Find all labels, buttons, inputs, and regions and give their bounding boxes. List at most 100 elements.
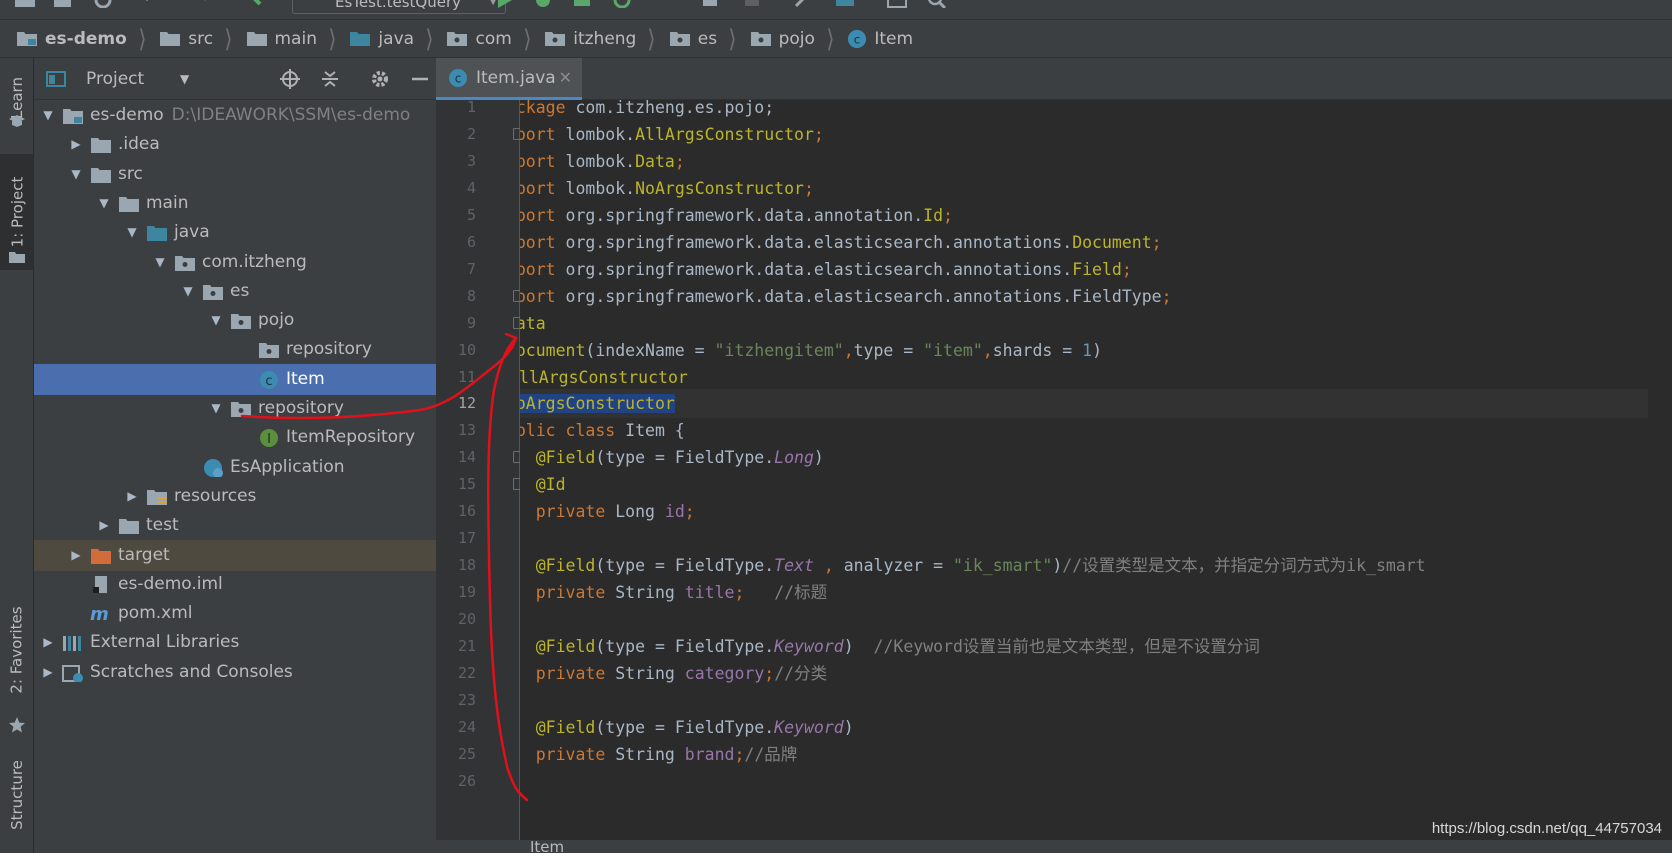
open-folder-icon[interactable] (14, 0, 36, 8)
expand-arrow-icon[interactable]: ▼ (180, 276, 196, 307)
tree-item[interactable]: ▼ java (34, 217, 436, 248)
code-line: @Document(indexName = "itzhengitem",type… (520, 336, 1648, 365)
breadcrumb-label: pojo (778, 28, 815, 49)
hide-panel-icon[interactable] (410, 69, 430, 89)
code-token: llArgsConstructor (520, 367, 688, 387)
collapse-arrow-icon[interactable]: ▶ (124, 481, 140, 512)
wrench-icon[interactable] (792, 0, 814, 8)
tree-item[interactable]: es-demo.iml (34, 569, 436, 600)
editor-tab-bar: c Item.java ✕ (436, 58, 1672, 100)
code-token: package (520, 100, 566, 117)
gear-icon[interactable] (370, 69, 390, 89)
interface-icon: I (260, 429, 278, 448)
collapse-arrow-icon[interactable]: ▶ (40, 657, 56, 688)
project-structure-icon[interactable] (834, 0, 856, 8)
tree-item[interactable]: ▼ es-demo D:\IDEAWORK\SSM\es-demo (34, 100, 436, 131)
tree-item[interactable]: ▶ .idea (34, 129, 436, 160)
folder-icon (9, 252, 25, 263)
breadcrumb-label: com (475, 28, 512, 49)
breadcrumb-item[interactable]: java (349, 20, 414, 58)
tree-item[interactable]: ▶ test (34, 510, 436, 541)
code-token: title (684, 583, 735, 603)
stop-icon[interactable] (700, 0, 722, 8)
structure-tool-tab[interactable]: Structure (0, 740, 34, 850)
debug-icon[interactable] (532, 0, 554, 8)
tree-item[interactable]: ▼ main (34, 188, 436, 219)
breadcrumb-item[interactable]: es-demo (16, 20, 127, 58)
line-number: 23 (457, 690, 476, 709)
breadcrumb-item[interactable]: com (446, 20, 512, 58)
tree-item[interactable]: I ItemRepository (34, 422, 436, 453)
expand-arrow-icon[interactable]: ▼ (40, 100, 56, 131)
code-line: import lombok.NoArgsConstructor; (520, 174, 1648, 203)
collapse-arrow-icon[interactable]: ▶ (68, 129, 84, 160)
collapse-arrow-icon[interactable]: ▶ (68, 540, 84, 571)
svg-text:c: c (854, 32, 861, 46)
favorites-tool-tab[interactable]: 2: Favorites (0, 588, 34, 712)
code-token: //品牌 (744, 744, 798, 764)
run-with-coverage-icon[interactable] (572, 0, 594, 8)
tree-item[interactable]: c Item (34, 363, 436, 395)
structure-tool-icon[interactable] (742, 0, 764, 8)
expand-arrow-icon[interactable]: ▼ (96, 188, 112, 219)
breadcrumb-separator: ❭ (727, 26, 738, 51)
build-icon[interactable] (244, 0, 266, 8)
breadcrumb-separator: ❭ (825, 26, 836, 51)
save-icon[interactable] (52, 0, 74, 8)
terminal-icon[interactable] (886, 0, 908, 8)
java-class-icon: c (260, 370, 278, 389)
collapse-arrow-icon[interactable]: ▶ (40, 627, 56, 658)
tree-item[interactable]: ▼ es (34, 276, 436, 307)
back-icon[interactable] (140, 0, 162, 8)
tree-item[interactable]: ▼ com.itzheng (34, 247, 436, 278)
code-token: //分类 (774, 663, 828, 683)
collapse-arrow-icon[interactable]: ▶ (96, 510, 112, 541)
run-icon[interactable] (494, 0, 516, 8)
project-view-selector[interactable]: Project (86, 58, 144, 100)
search-icon[interactable] (926, 0, 948, 8)
tree-item-label: ItemRepository (286, 427, 416, 448)
code-editor[interactable]: package com.itzheng.es.pojo; import lombo… (520, 100, 1672, 840)
tree-item-label: resources (174, 485, 257, 506)
chevron-down-icon[interactable]: ▼ (180, 58, 189, 100)
line-number: 15 (457, 475, 476, 494)
code-token: Keyword (774, 637, 844, 656)
expand-arrow-icon[interactable]: ▼ (208, 305, 224, 336)
expand-arrow-icon[interactable]: ▼ (124, 217, 140, 248)
tree-item[interactable]: ▼ pojo (34, 305, 436, 336)
sync-icon[interactable] (92, 0, 114, 8)
tree-item[interactable]: ▶ Scratches and Consoles (34, 657, 436, 688)
tree-item[interactable]: ▶ resources (34, 481, 436, 512)
run-configuration-select[interactable]: EsTest.testQuery ▼ (292, 0, 506, 14)
collapse-all-icon[interactable] (320, 69, 340, 89)
expand-arrow-icon[interactable]: ▼ (152, 247, 168, 278)
tree-item[interactable]: repository (34, 334, 436, 365)
forward-icon[interactable] (190, 0, 212, 8)
breadcrumb-item[interactable]: main (246, 20, 317, 58)
close-icon[interactable]: ✕ (559, 58, 572, 98)
breadcrumb-item[interactable]: c Item (847, 20, 913, 58)
tree-item[interactable]: m pom.xml (34, 598, 436, 629)
tree-item[interactable]: ▼ src (34, 159, 436, 190)
code-line: package com.itzheng.es.pojo; (520, 100, 1648, 122)
code-token: ; (674, 151, 685, 171)
tree-item[interactable]: ▶ External Libraries (34, 627, 436, 658)
profile-icon[interactable] (612, 0, 634, 8)
locate-file-icon[interactable] (280, 69, 300, 89)
tree-item[interactable]: EsApplication (34, 452, 436, 483)
tree-item[interactable]: ▶ target (34, 539, 436, 571)
code-token: @NoArgsConstructor (520, 394, 675, 414)
code-line: @NoArgsConstructor (520, 389, 1648, 419)
expand-arrow-icon[interactable]: ▼ (68, 159, 84, 190)
breadcrumb-item[interactable]: es (669, 20, 717, 58)
tree-item-label: .idea (118, 134, 160, 155)
breadcrumb-item[interactable]: itzheng (544, 20, 636, 58)
breadcrumb-item[interactable]: src (159, 20, 213, 58)
package-icon (750, 32, 771, 46)
tree-item[interactable]: ▼ repository (34, 393, 436, 424)
expand-arrow-icon[interactable]: ▼ (208, 393, 224, 424)
breadcrumb-item[interactable]: pojo (750, 20, 815, 58)
breadcrumb-separator: ❭ (646, 26, 657, 51)
